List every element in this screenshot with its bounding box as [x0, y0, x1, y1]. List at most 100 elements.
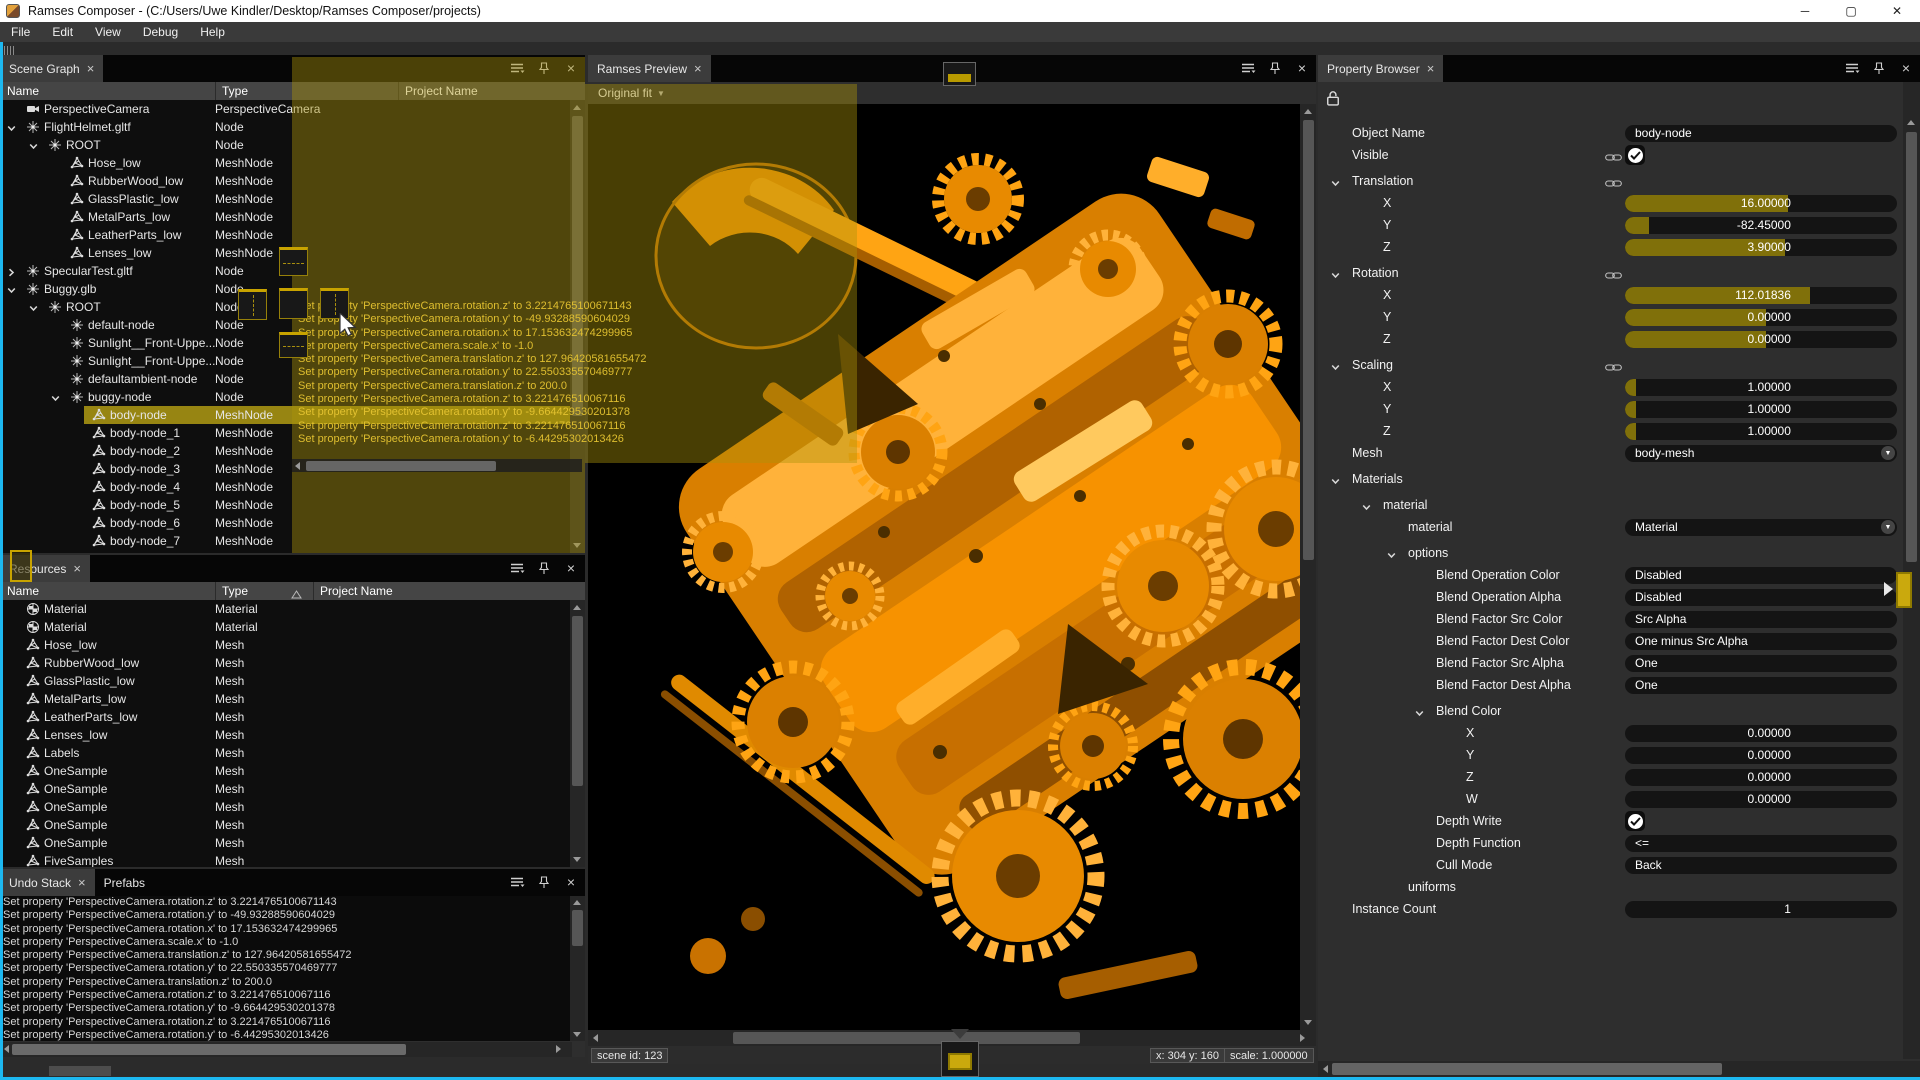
title-bar[interactable]: Ramses Composer - (C:/Users/Uwe Kindler/…: [0, 0, 1920, 22]
panel-menu-icon[interactable]: [1240, 60, 1256, 76]
column-header-name[interactable]: Name: [0, 82, 212, 100]
resource-row[interactable]: OneSampleMesh: [0, 834, 585, 852]
dock-edge-indicator-left[interactable]: [10, 550, 32, 582]
undo-vscrollbar[interactable]: [570, 896, 585, 1041]
value-field[interactable]: -82.45000: [1625, 217, 1897, 234]
dropdown-field[interactable]: One: [1625, 677, 1897, 694]
resource-row[interactable]: Lenses_lowMesh: [0, 726, 585, 744]
dropdown-field[interactable]: Disabled: [1625, 567, 1897, 584]
dropdown-field[interactable]: Disabled: [1625, 589, 1897, 606]
value-field[interactable]: 0.00000: [1625, 309, 1897, 326]
menu-item-help[interactable]: Help: [189, 22, 236, 42]
close-icon[interactable]: ×: [1294, 60, 1310, 76]
undo-log-entry[interactable]: Set property 'PerspectiveCamera.translat…: [0, 949, 570, 962]
text-input[interactable]: body-node: [1625, 125, 1897, 142]
tab-undo-stack[interactable]: Undo Stack ×: [0, 869, 95, 896]
resize-grip[interactable]: [49, 1066, 111, 1076]
panel-menu-icon[interactable]: [509, 560, 525, 576]
expander-open-icon[interactable]: [6, 121, 18, 133]
expander-open-icon[interactable]: [6, 283, 18, 295]
undo-log-entry[interactable]: Set property 'PerspectiveCamera.rotation…: [0, 909, 570, 922]
close-icon[interactable]: ×: [563, 874, 579, 890]
pin-icon[interactable]: [536, 874, 552, 890]
chevron-down-icon[interactable]: [1330, 474, 1341, 492]
dropdown-field[interactable]: body-mesh▼: [1625, 445, 1897, 462]
column-header-project-name[interactable]: Project Name: [313, 582, 585, 600]
close-icon[interactable]: ×: [78, 876, 86, 889]
close-icon[interactable]: ×: [1427, 62, 1435, 75]
dropdown-field[interactable]: Back: [1625, 857, 1897, 874]
checkbox[interactable]: [1625, 145, 1645, 165]
close-button[interactable]: ✕: [1874, 0, 1920, 22]
undo-log-entry[interactable]: Set property 'PerspectiveCamera.rotation…: [0, 1002, 570, 1015]
dock-edge-indicator-bottom[interactable]: [941, 1041, 979, 1077]
value-field[interactable]: 0.00000: [1625, 747, 1897, 764]
expander-open-icon[interactable]: [28, 139, 40, 151]
undo-log-entry[interactable]: Set property 'PerspectiveCamera.rotation…: [0, 1016, 570, 1029]
panel-menu-icon[interactable]: [509, 874, 525, 890]
resource-row[interactable]: Hose_lowMesh: [0, 636, 585, 654]
close-icon[interactable]: ×: [1898, 60, 1914, 76]
tab-scene-graph[interactable]: Scene Graph ×: [0, 55, 103, 82]
pin-icon[interactable]: [1871, 60, 1887, 76]
maximize-button[interactable]: ▢: [1828, 0, 1874, 22]
dock-drop-indicator-top[interactable]: [279, 247, 308, 276]
dock-drop-indicator-bottom[interactable]: [279, 332, 308, 358]
close-icon[interactable]: ×: [73, 562, 81, 575]
menu-item-view[interactable]: View: [84, 22, 132, 42]
dropdown-field[interactable]: One minus Src Alpha: [1625, 633, 1897, 650]
close-icon[interactable]: ×: [563, 560, 579, 576]
resource-row[interactable]: MaterialMaterial: [0, 600, 585, 618]
value-field[interactable]: 16.00000: [1625, 195, 1897, 212]
value-field[interactable]: 1.00000: [1625, 379, 1897, 396]
close-icon[interactable]: ×: [694, 62, 702, 75]
resource-row[interactable]: MetalParts_lowMesh: [0, 690, 585, 708]
tab-ramses-preview[interactable]: Ramses Preview ×: [588, 55, 711, 82]
expander-open-icon[interactable]: [50, 391, 62, 403]
dropdown-field[interactable]: Src Alpha: [1625, 611, 1897, 628]
resource-row[interactable]: OneSampleMesh: [0, 762, 585, 780]
expander-closed-icon[interactable]: [6, 265, 18, 277]
column-header-name[interactable]: Name: [0, 582, 212, 600]
menu-item-file[interactable]: File: [0, 22, 41, 42]
value-field[interactable]: 3.90000: [1625, 239, 1897, 256]
tab-prefabs[interactable]: Prefabs: [95, 869, 154, 896]
property-vscrollbar[interactable]: [1903, 82, 1920, 1059]
resource-row[interactable]: OneSampleMesh: [0, 798, 585, 816]
value-field[interactable]: 0.00000: [1625, 331, 1897, 348]
close-icon[interactable]: ×: [87, 62, 95, 75]
resources-vscrollbar[interactable]: [570, 600, 585, 867]
undo-log-entry[interactable]: Set property 'PerspectiveCamera.translat…: [0, 976, 570, 989]
resource-row[interactable]: OneSampleMesh: [0, 816, 585, 834]
resource-row[interactable]: LeatherParts_lowMesh: [0, 708, 585, 726]
value-field[interactable]: 1: [1625, 901, 1897, 918]
resource-row[interactable]: FiveSamplesMesh: [0, 852, 585, 867]
lock-icon[interactable]: [1326, 90, 1902, 112]
dock-corner-grip[interactable]: [4, 46, 14, 55]
dropdown-field[interactable]: Material▼: [1625, 519, 1897, 536]
resource-row[interactable]: MaterialMaterial: [0, 618, 585, 636]
link-icon[interactable]: [1605, 150, 1622, 168]
undo-log-entry[interactable]: Set property 'PerspectiveCamera.scale.x'…: [0, 936, 570, 949]
undo-log-entry[interactable]: Set property 'PerspectiveCamera.rotation…: [0, 1029, 570, 1041]
minimize-button[interactable]: ─: [1782, 0, 1828, 22]
menu-item-edit[interactable]: Edit: [41, 22, 84, 42]
preview-vscrollbar[interactable]: [1300, 104, 1316, 1030]
checkbox[interactable]: [1625, 811, 1645, 831]
value-field[interactable]: 112.01836: [1625, 287, 1897, 304]
column-header-type[interactable]: Type: [215, 582, 310, 600]
dropdown-field[interactable]: <=: [1625, 835, 1897, 852]
pin-icon[interactable]: [1267, 60, 1283, 76]
dropdown-field[interactable]: One: [1625, 655, 1897, 672]
property-hscrollbar[interactable]: [1318, 1061, 1920, 1077]
value-field[interactable]: 1.00000: [1625, 401, 1897, 418]
panel-menu-icon[interactable]: [1844, 60, 1860, 76]
dock-edge-indicator-top[interactable]: [943, 62, 976, 86]
undo-log-entry[interactable]: Set property 'PerspectiveCamera.rotation…: [0, 923, 570, 936]
dock-drop-indicator-left[interactable]: [238, 289, 267, 320]
undo-log-entry[interactable]: Set property 'PerspectiveCamera.rotation…: [0, 962, 570, 975]
dock-drop-indicator-center[interactable]: [279, 288, 308, 319]
menu-item-debug[interactable]: Debug: [132, 22, 189, 42]
undo-log-entry[interactable]: Set property 'PerspectiveCamera.rotation…: [0, 896, 570, 909]
undo-log-entry[interactable]: Set property 'PerspectiveCamera.rotation…: [0, 989, 570, 1002]
